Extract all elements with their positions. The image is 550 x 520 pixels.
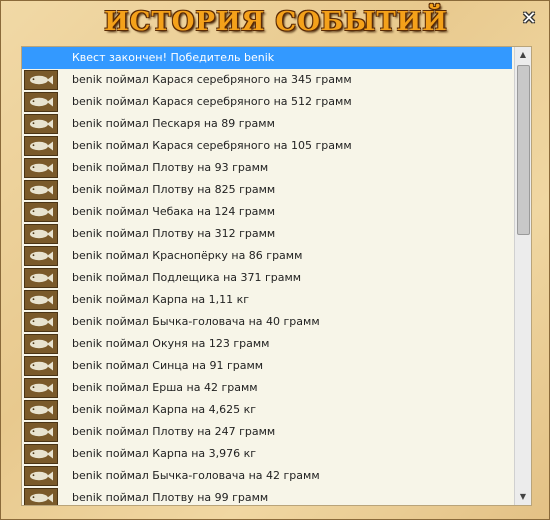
event-text: benik поймал Краснопёрку на 86 грамм bbox=[72, 249, 303, 262]
event-text: benik поймал Пескаря на 89 грамм bbox=[72, 117, 275, 130]
scrollbar[interactable]: ▲ ▼ bbox=[514, 47, 531, 505]
event-text: benik поймал Бычка-головача на 42 грамм bbox=[72, 469, 320, 482]
fish-icon bbox=[24, 246, 58, 266]
events-rows: Квест закончен! Победитель benik benik по… bbox=[22, 47, 512, 505]
event-text: benik поймал Подлещика на 371 грамм bbox=[72, 271, 302, 284]
event-row[interactable]: benik поймал Краснопёрку на 86 грамм bbox=[22, 245, 512, 267]
fish-icon bbox=[24, 356, 58, 376]
event-text: benik поймал Бычка-головача на 40 грамм bbox=[72, 315, 320, 328]
fish-icon bbox=[24, 312, 58, 332]
event-row[interactable]: benik поймал Синца на 91 грамм bbox=[22, 355, 512, 377]
fish-icon bbox=[24, 180, 58, 200]
event-row[interactable]: benik поймал Окуня на 123 грамм bbox=[22, 333, 512, 355]
event-text: benik поймал Плотву на 825 грамм bbox=[72, 183, 276, 196]
event-row[interactable]: benik поймал Бычка-головача на 42 грамм bbox=[22, 465, 512, 487]
fish-icon bbox=[24, 378, 58, 398]
event-text: benik поймал Карпа на 3,976 кг bbox=[72, 447, 257, 460]
event-row[interactable]: benik поймал Карпа на 4,625 кг bbox=[22, 399, 512, 421]
fish-icon bbox=[24, 290, 58, 310]
fish-icon bbox=[24, 466, 58, 486]
event-row[interactable]: benik поймал Плотву на 93 грамм bbox=[22, 157, 512, 179]
fish-icon bbox=[24, 268, 58, 288]
event-row[interactable]: benik поймал Пескаря на 89 грамм bbox=[22, 113, 512, 135]
scrollbar-thumb[interactable] bbox=[517, 65, 530, 235]
event-text: benik поймал Карпа на 1,11 кг bbox=[72, 293, 250, 306]
event-row[interactable]: benik поймал Карпа на 3,976 кг bbox=[22, 443, 512, 465]
fish-icon bbox=[24, 224, 58, 244]
window-title: ИСТОРИЯ СОБЫТИЙ bbox=[104, 7, 448, 37]
event-text: benik поймал Синца на 91 грамм bbox=[72, 359, 264, 372]
event-text: benik поймал Плотву на 247 грамм bbox=[72, 425, 276, 438]
close-icon[interactable]: ✕ bbox=[519, 9, 539, 29]
event-text: benik поймал Плотву на 99 грамм bbox=[72, 491, 269, 504]
fish-icon bbox=[24, 202, 58, 222]
fish-icon bbox=[24, 136, 58, 156]
event-text: benik поймал Карася серебряного на 105 г… bbox=[72, 139, 352, 152]
event-text: benik поймал Плотву на 93 грамм bbox=[72, 161, 269, 174]
event-row[interactable]: benik поймал Плотву на 312 грамм bbox=[22, 223, 512, 245]
events-list[interactable]: Квест закончен! Победитель benik benik по… bbox=[21, 46, 532, 506]
fish-icon bbox=[24, 422, 58, 442]
fish-icon bbox=[24, 400, 58, 420]
fish-icon bbox=[24, 114, 58, 134]
event-row[interactable]: benik поймал Чебака на 124 грамм bbox=[22, 201, 512, 223]
event-row[interactable]: benik поймал Ерша на 42 грамм bbox=[22, 377, 512, 399]
events-history-window: ИСТОРИЯ СОБЫТИЙ ✕ Квест закончен! Победи… bbox=[0, 0, 550, 520]
fish-icon bbox=[24, 334, 58, 354]
fish-icon bbox=[24, 444, 58, 464]
event-text: benik поймал Карася серебряного на 512 г… bbox=[72, 95, 352, 108]
event-text: benik поймал Карася серебряного на 345 г… bbox=[72, 73, 352, 86]
event-row[interactable]: Квест закончен! Победитель benik bbox=[22, 47, 512, 69]
event-row[interactable]: benik поймал Бычка-головача на 40 грамм bbox=[22, 311, 512, 333]
event-text: Квест закончен! Победитель benik bbox=[72, 51, 275, 64]
scroll-up-arrow-icon[interactable]: ▲ bbox=[515, 47, 531, 63]
event-row[interactable]: benik поймал Плотву на 825 грамм bbox=[22, 179, 512, 201]
fish-icon bbox=[24, 158, 58, 178]
event-text: benik поймал Чебака на 124 грамм bbox=[72, 205, 276, 218]
event-row[interactable]: benik поймал Карася серебряного на 512 г… bbox=[22, 91, 512, 113]
event-row[interactable]: benik поймал Карася серебряного на 345 г… bbox=[22, 69, 512, 91]
fish-icon bbox=[24, 70, 58, 90]
event-text: benik поймал Карпа на 4,625 кг bbox=[72, 403, 257, 416]
fish-icon bbox=[24, 92, 58, 112]
fish-icon bbox=[24, 488, 58, 505]
event-text: benik поймал Ерша на 42 грамм bbox=[72, 381, 258, 394]
event-row[interactable]: benik поймал Карпа на 1,11 кг bbox=[22, 289, 512, 311]
scroll-down-arrow-icon[interactable]: ▼ bbox=[515, 489, 531, 505]
event-row[interactable]: benik поймал Подлещика на 371 грамм bbox=[22, 267, 512, 289]
event-text: benik поймал Плотву на 312 грамм bbox=[72, 227, 276, 240]
event-row[interactable]: benik поймал Карася серебряного на 105 г… bbox=[22, 135, 512, 157]
event-row[interactable]: benik поймал Плотву на 247 грамм bbox=[22, 421, 512, 443]
event-text: benik поймал Окуня на 123 грамм bbox=[72, 337, 270, 350]
event-row[interactable]: benik поймал Плотву на 99 грамм bbox=[22, 487, 512, 505]
